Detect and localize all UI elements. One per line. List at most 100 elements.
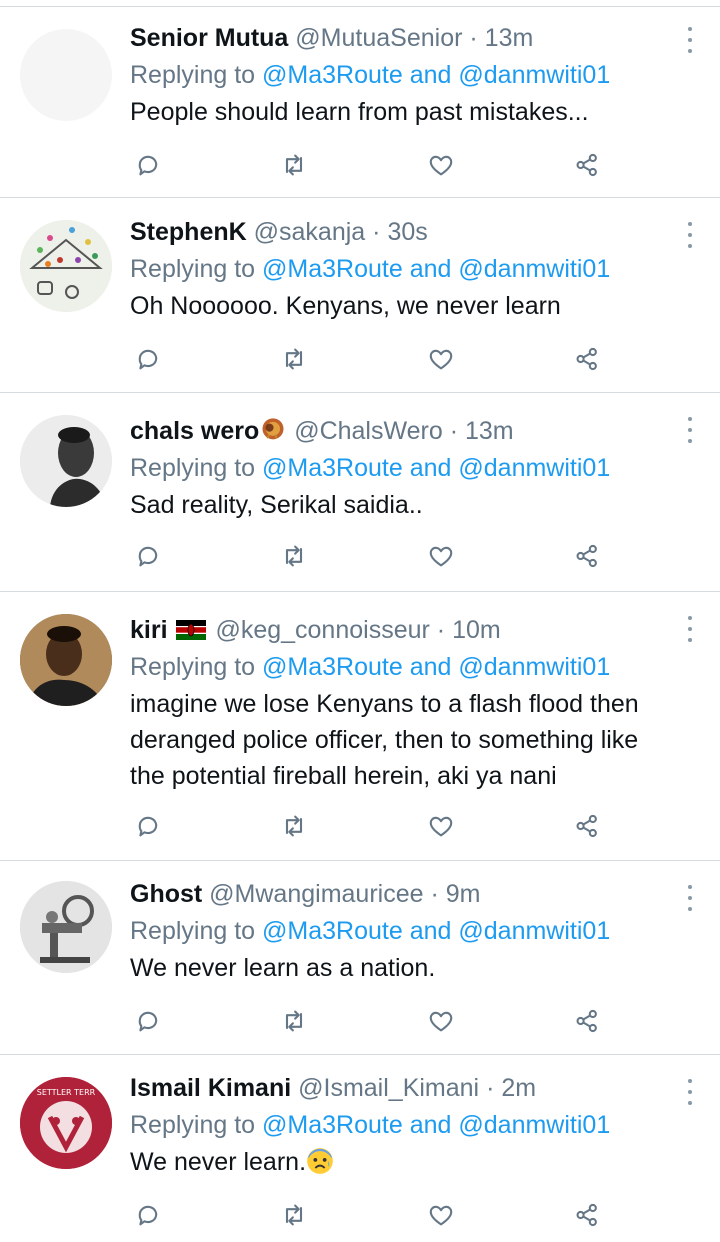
like-button[interactable] [421, 806, 461, 846]
avatar[interactable]: SETTLER TERR [20, 1077, 112, 1169]
anxious-face-emoji-icon [307, 1148, 333, 1174]
timestamp[interactable]: 13m [465, 417, 514, 445]
reply-feed: Senior Mutua @MutuaSenior · 13m Replying… [0, 0, 720, 1242]
mention-danmwiti01[interactable]: @danmwiti01 [458, 653, 610, 681]
more-icon[interactable] [686, 27, 694, 53]
tweet-6[interactable]: SETTLER TERR Ismail Kimani @Ismail_Kiman… [0, 1055, 720, 1242]
tweet-2[interactable]: StephenK @sakanja · 30s Replying to @Ma3… [0, 198, 720, 392]
reply-button[interactable] [128, 1001, 168, 1041]
heart-icon [429, 1011, 453, 1032]
like-button[interactable] [421, 536, 461, 576]
retweet-button[interactable] [274, 536, 314, 576]
replying-to-label: Replying to [130, 255, 256, 283]
mention-and[interactable]: and [410, 61, 452, 89]
avatar[interactable] [20, 614, 112, 706]
timestamp[interactable]: 13m [485, 24, 534, 52]
display-name[interactable]: Ismail Kimani [130, 1074, 291, 1102]
more-icon[interactable] [686, 417, 694, 443]
reply-icon [138, 546, 158, 567]
more-icon[interactable] [686, 1079, 694, 1105]
avatar[interactable] [20, 881, 112, 973]
retweet-button[interactable] [274, 339, 314, 379]
avatar[interactable] [20, 29, 112, 121]
replying-to: Replying to @Ma3Route and @danmwiti01 [130, 250, 680, 288]
mention-and[interactable]: and [410, 1111, 452, 1139]
user-handle[interactable]: @sakanja [254, 218, 366, 246]
mention-danmwiti01[interactable]: @danmwiti01 [458, 454, 610, 482]
tweet-actions [130, 806, 610, 846]
like-button[interactable] [421, 1195, 461, 1235]
avatar-image [20, 415, 112, 507]
tweet-header: Ghost @Mwangimauricee · 9m [130, 876, 680, 912]
share-button[interactable] [567, 806, 607, 846]
mention-ma3route[interactable]: @Ma3Route [262, 917, 403, 945]
tweet-1[interactable]: Senior Mutua @MutuaSenior · 13m Replying… [0, 7, 720, 197]
timestamp[interactable]: 9m [446, 880, 481, 908]
separator-dot: · [449, 417, 459, 445]
mention-and[interactable]: and [410, 917, 452, 945]
avatar[interactable] [20, 220, 112, 312]
more-icon[interactable] [686, 222, 694, 248]
mention-danmwiti01[interactable]: @danmwiti01 [458, 917, 610, 945]
display-name[interactable]: kiri [130, 616, 168, 644]
mention-ma3route[interactable]: @Ma3Route [262, 1111, 403, 1139]
retweet-icon [285, 815, 303, 837]
user-handle[interactable]: @ChalsWero [294, 417, 443, 445]
share-button[interactable] [567, 339, 607, 379]
mention-ma3route[interactable]: @Ma3Route [262, 454, 403, 482]
tweet-text-line: the potential fireball herein, aki ya na… [130, 762, 557, 790]
timestamp[interactable]: 30s [387, 218, 427, 246]
display-name[interactable]: Senior Mutua [130, 24, 288, 52]
retweet-icon [285, 348, 303, 370]
user-handle[interactable]: @Mwangimauricee [209, 880, 423, 908]
retweet-button[interactable] [274, 806, 314, 846]
tweet-actions [130, 1001, 610, 1041]
mention-and[interactable]: and [410, 653, 452, 681]
separator-dot: · [430, 880, 439, 908]
mention-danmwiti01[interactable]: @danmwiti01 [458, 1111, 610, 1139]
retweet-button[interactable] [274, 145, 314, 185]
heart-icon [429, 349, 453, 370]
reply-button[interactable] [128, 536, 168, 576]
mention-and[interactable]: and [410, 255, 452, 283]
retweet-button[interactable] [274, 1195, 314, 1235]
tweet-header: StephenK @sakanja · 30s [130, 214, 680, 250]
timestamp[interactable]: 2m [501, 1074, 536, 1102]
timestamp[interactable]: 10m [452, 616, 501, 644]
share-button[interactable] [567, 536, 607, 576]
reply-button[interactable] [128, 145, 168, 185]
display-name[interactable]: chals wero [130, 417, 259, 445]
tweet-3[interactable]: chals wero @ChalsWero · 13m Replying to … [0, 393, 720, 591]
user-handle[interactable]: @MutuaSenior [295, 24, 462, 52]
mention-and[interactable]: and [410, 454, 452, 482]
tweet-actions [130, 536, 610, 576]
retweet-button[interactable] [274, 1001, 314, 1041]
mention-danmwiti01[interactable]: @danmwiti01 [458, 255, 610, 283]
display-name[interactable]: Ghost [130, 880, 202, 908]
reply-button[interactable] [128, 339, 168, 379]
separator-dot: · [486, 1074, 495, 1102]
mention-danmwiti01[interactable]: @danmwiti01 [458, 61, 610, 89]
share-button[interactable] [567, 1195, 607, 1235]
tweet-4[interactable]: kiri @keg_connoisseur · 10m Replying to … [0, 592, 720, 860]
display-name[interactable]: StephenK [130, 218, 247, 246]
share-icon [576, 347, 597, 371]
user-handle[interactable]: @Ismail_Kimani [298, 1074, 479, 1102]
more-icon[interactable] [686, 616, 694, 642]
avatar[interactable] [20, 415, 112, 507]
tweet-header: kiri @keg_connoisseur · 10m [130, 612, 680, 648]
share-button[interactable] [567, 145, 607, 185]
mention-ma3route[interactable]: @Ma3Route [262, 61, 403, 89]
mention-ma3route[interactable]: @Ma3Route [262, 255, 403, 283]
share-button[interactable] [567, 1001, 607, 1041]
tweet-5[interactable]: Ghost @Mwangimauricee · 9m Replying to @… [0, 861, 720, 1054]
like-button[interactable] [421, 339, 461, 379]
mention-ma3route[interactable]: @Ma3Route [262, 653, 403, 681]
reply-button[interactable] [128, 806, 168, 846]
user-handle[interactable]: @keg_connoisseur [215, 616, 429, 644]
replying-to: Replying to @Ma3Route and @danmwiti01 [130, 56, 680, 94]
reply-button[interactable] [128, 1195, 168, 1235]
like-button[interactable] [421, 145, 461, 185]
like-button[interactable] [421, 1001, 461, 1041]
more-icon[interactable] [686, 885, 694, 911]
